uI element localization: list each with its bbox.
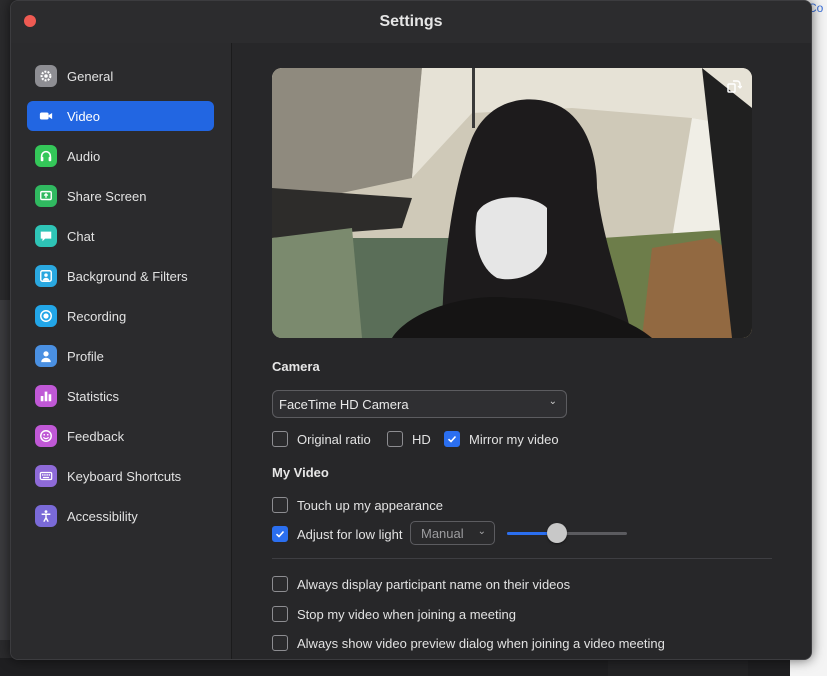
title-bar: Settings [11,1,811,43]
sidebar-item-recording[interactable]: Recording [27,301,214,331]
mirror-video-label: Mirror my video [469,431,559,447]
checkmark-icon [275,530,285,538]
stop-video-on-join-checkbox[interactable] [272,606,288,622]
low-light-mode-select[interactable]: Manual ⌄ [410,521,495,545]
hd-checkbox[interactable] [387,431,403,447]
sidebar-item-label: Video [67,108,101,124]
sidebar-item-label: General [67,68,114,84]
sidebar-item-label: Audio [67,148,101,164]
sidebar-item-background-filters[interactable]: Background & Filters [27,261,214,291]
keyboard-icon [35,465,57,487]
video-settings-panel: Camera FaceTime HD Camera ⌄ Original rat… [232,43,811,659]
low-light-label: Adjust for low light [297,526,403,542]
low-light-option[interactable]: Adjust for low light [272,526,403,542]
chevron-down-icon: ⌄ [477,526,486,537]
sidebar-item-label: Statistics [67,388,120,404]
stop-video-on-join-option[interactable]: Stop my video when joining a meeting [272,606,516,622]
bar-chart-icon [35,385,57,407]
gear-icon [35,65,57,87]
accessibility-icon [35,505,57,527]
display-participant-name-label: Always display participant name on their… [297,576,571,592]
sidebar-item-label: Accessibility [67,508,138,524]
video-preview-dialog-label: Always show video preview dialog when jo… [297,635,665,651]
stop-video-on-join-label: Stop my video when joining a meeting [297,606,516,622]
touch-up-option[interactable]: Touch up my appearance [272,497,443,513]
sidebar-item-label: Background & Filters [67,268,188,284]
sidebar-item-video[interactable]: Video [27,101,214,131]
video-preview-dialog-option[interactable]: Always show video preview dialog when jo… [272,635,665,651]
touch-up-checkbox[interactable] [272,497,288,513]
display-participant-name-option[interactable]: Always display participant name on their… [272,576,570,592]
original-ratio-option[interactable]: Original ratio [272,431,371,447]
sidebar-item-accessibility[interactable]: Accessibility [27,501,214,531]
sidebar-item-statistics[interactable]: Statistics [27,381,214,411]
sidebar-item-chat[interactable]: Chat [27,221,214,251]
sidebar-item-label: Chat [67,228,95,244]
hd-label: HD [412,431,431,447]
original-ratio-label: Original ratio [297,431,371,447]
sidebar-item-feedback[interactable]: Feedback [27,421,214,451]
my-video-section-label: My Video [272,465,329,480]
original-ratio-checkbox[interactable] [272,431,288,447]
display-participant-name-checkbox[interactable] [272,576,288,592]
settings-sidebar: General Video Audio Share Screen Chat Ba… [11,43,232,659]
sidebar-item-share-screen[interactable]: Share Screen [27,181,214,211]
window-title: Settings [379,13,443,30]
mirror-video-checkbox[interactable] [444,431,460,447]
sidebar-item-label: Keyboard Shortcuts [67,468,182,484]
camera-preview [272,68,752,338]
checkmark-icon [447,435,457,443]
camera-section-label: Camera [272,359,320,374]
video-camera-icon [35,105,57,127]
sidebar-item-audio[interactable]: Audio [27,141,214,171]
sidebar-item-keyboard-shortcuts[interactable]: Keyboard Shortcuts [27,461,214,491]
share-screen-icon [35,185,57,207]
chevron-down-icon: ⌄ [548,396,557,407]
camera-select-value: FaceTime HD Camera [279,396,409,412]
sidebar-item-label: Feedback [67,428,125,444]
hd-option[interactable]: HD [387,431,431,447]
mirror-video-option[interactable]: Mirror my video [444,431,559,447]
touch-up-label: Touch up my appearance [297,497,443,513]
headphones-icon [35,145,57,167]
sidebar-item-label: Profile [67,348,104,364]
sidebar-item-profile[interactable]: Profile [27,341,214,371]
settings-window: Settings General Video Audio Share Scree… [10,0,812,660]
section-divider [272,558,772,559]
rotate-video-icon[interactable] [726,78,742,94]
record-icon [35,305,57,327]
low-light-checkbox[interactable] [272,526,288,542]
low-light-mode-value: Manual [421,525,464,541]
camera-preview-image [272,68,752,338]
background-person-icon [35,265,57,287]
sidebar-item-label: Share Screen [67,188,147,204]
smiley-icon [35,425,57,447]
person-icon [35,345,57,367]
low-light-slider-thumb[interactable] [547,523,568,543]
chat-bubble-icon [35,225,57,247]
video-preview-dialog-checkbox[interactable] [272,635,288,651]
camera-select[interactable]: FaceTime HD Camera ⌄ [272,390,567,418]
sidebar-item-general[interactable]: General [27,61,214,91]
sidebar-item-label: Recording [67,308,127,324]
